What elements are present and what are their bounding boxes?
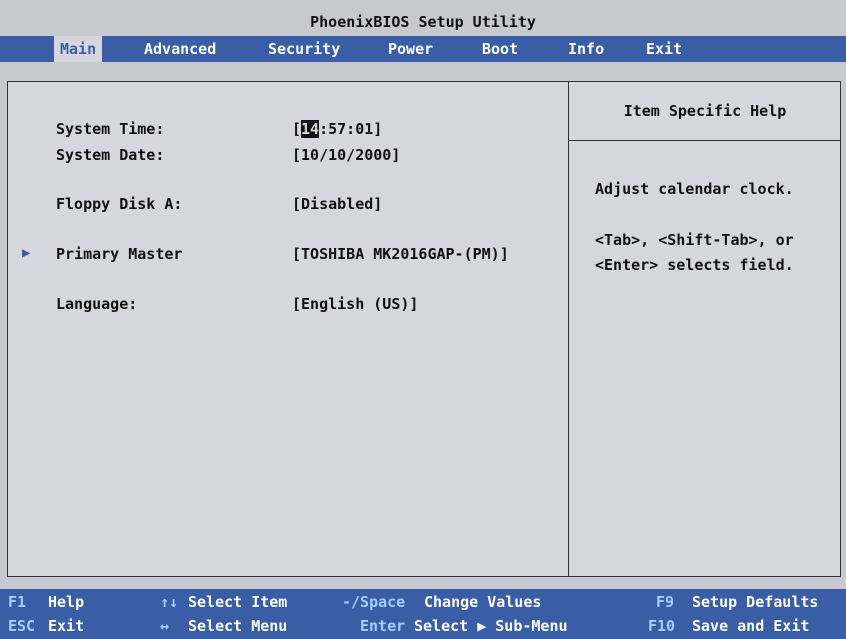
- language-label: Language:: [56, 295, 138, 313]
- help-title: Item Specific Help: [623, 102, 787, 120]
- status-bar: F1 Help ESC Exit ↑↓ Select Item ↔ Select…: [0, 589, 846, 639]
- menu-power[interactable]: Power: [382, 36, 439, 62]
- help-header: Item Specific Help: [569, 82, 841, 141]
- menu-advanced[interactable]: Advanced: [138, 36, 222, 62]
- time-hour-cursor[interactable]: 14: [301, 120, 320, 138]
- menu-main[interactable]: Main: [54, 36, 103, 62]
- updown-arrows-icon: ↑↓: [160, 593, 179, 611]
- help-line-1: Adjust calendar clock.: [595, 180, 794, 198]
- esc-key: ESC: [8, 617, 36, 635]
- f1-key: F1: [8, 593, 27, 611]
- menu-exit[interactable]: Exit: [640, 36, 688, 62]
- floppy-field[interactable]: [Disabled]: [292, 195, 382, 213]
- select-item-label: Select Item: [188, 593, 288, 611]
- main-content: System Time: [14:57:01] System Date: [10…: [7, 81, 841, 577]
- settings-panel: System Time: [14:57:01] System Date: [10…: [8, 82, 568, 576]
- sub-menu-label: Select ▶ Sub-Menu: [414, 617, 568, 635]
- time-rest: :57:01]: [319, 120, 383, 138]
- bracket-open: [: [292, 120, 302, 138]
- help-line-3: <Enter> selects field.: [595, 256, 794, 274]
- f10-key: F10: [648, 617, 676, 635]
- menu-bar: Main Advanced Security Power Boot Info E…: [0, 36, 846, 62]
- language-field[interactable]: [English (US)]: [292, 295, 418, 313]
- change-values-label: Change Values: [424, 593, 542, 611]
- leftright-arrows-icon: ↔: [160, 617, 170, 635]
- menu-security[interactable]: Security: [262, 36, 346, 62]
- menu-info[interactable]: Info: [562, 36, 610, 62]
- save-exit-label: Save and Exit: [692, 617, 810, 635]
- f1-label: Help: [48, 593, 85, 611]
- app-title: PhoenixBIOS Setup Utility: [310, 13, 536, 31]
- primary-master-value: [TOSHIBA MK2016GAP-(PM)]: [292, 245, 509, 263]
- submenu-arrow-icon: ▶: [22, 245, 31, 261]
- help-panel: Item Specific Help Adjust calendar clock…: [568, 82, 841, 576]
- space-key: -/Space: [342, 593, 406, 611]
- system-date-field[interactable]: [10/10/2000]: [292, 146, 400, 164]
- esc-label: Exit: [48, 617, 85, 635]
- enter-key: Enter: [360, 617, 406, 635]
- help-line-2: <Tab>, <Shift-Tab>, or: [595, 231, 794, 249]
- menu-boot[interactable]: Boot: [476, 36, 524, 62]
- system-time-field[interactable]: [14:57:01]: [292, 120, 382, 138]
- system-date-label: System Date:: [56, 146, 165, 164]
- floppy-label: Floppy Disk A:: [56, 195, 183, 213]
- setup-defaults-label: Setup Defaults: [692, 593, 819, 611]
- title-bar: PhoenixBIOS Setup Utility: [0, 8, 846, 36]
- system-time-label: System Time:: [56, 120, 165, 138]
- bios-window: PhoenixBIOS Setup Utility Main Advanced …: [0, 0, 846, 639]
- select-menu-label: Select Menu: [188, 617, 288, 635]
- f9-key: F9: [656, 593, 675, 611]
- primary-master-label[interactable]: Primary Master: [56, 245, 182, 263]
